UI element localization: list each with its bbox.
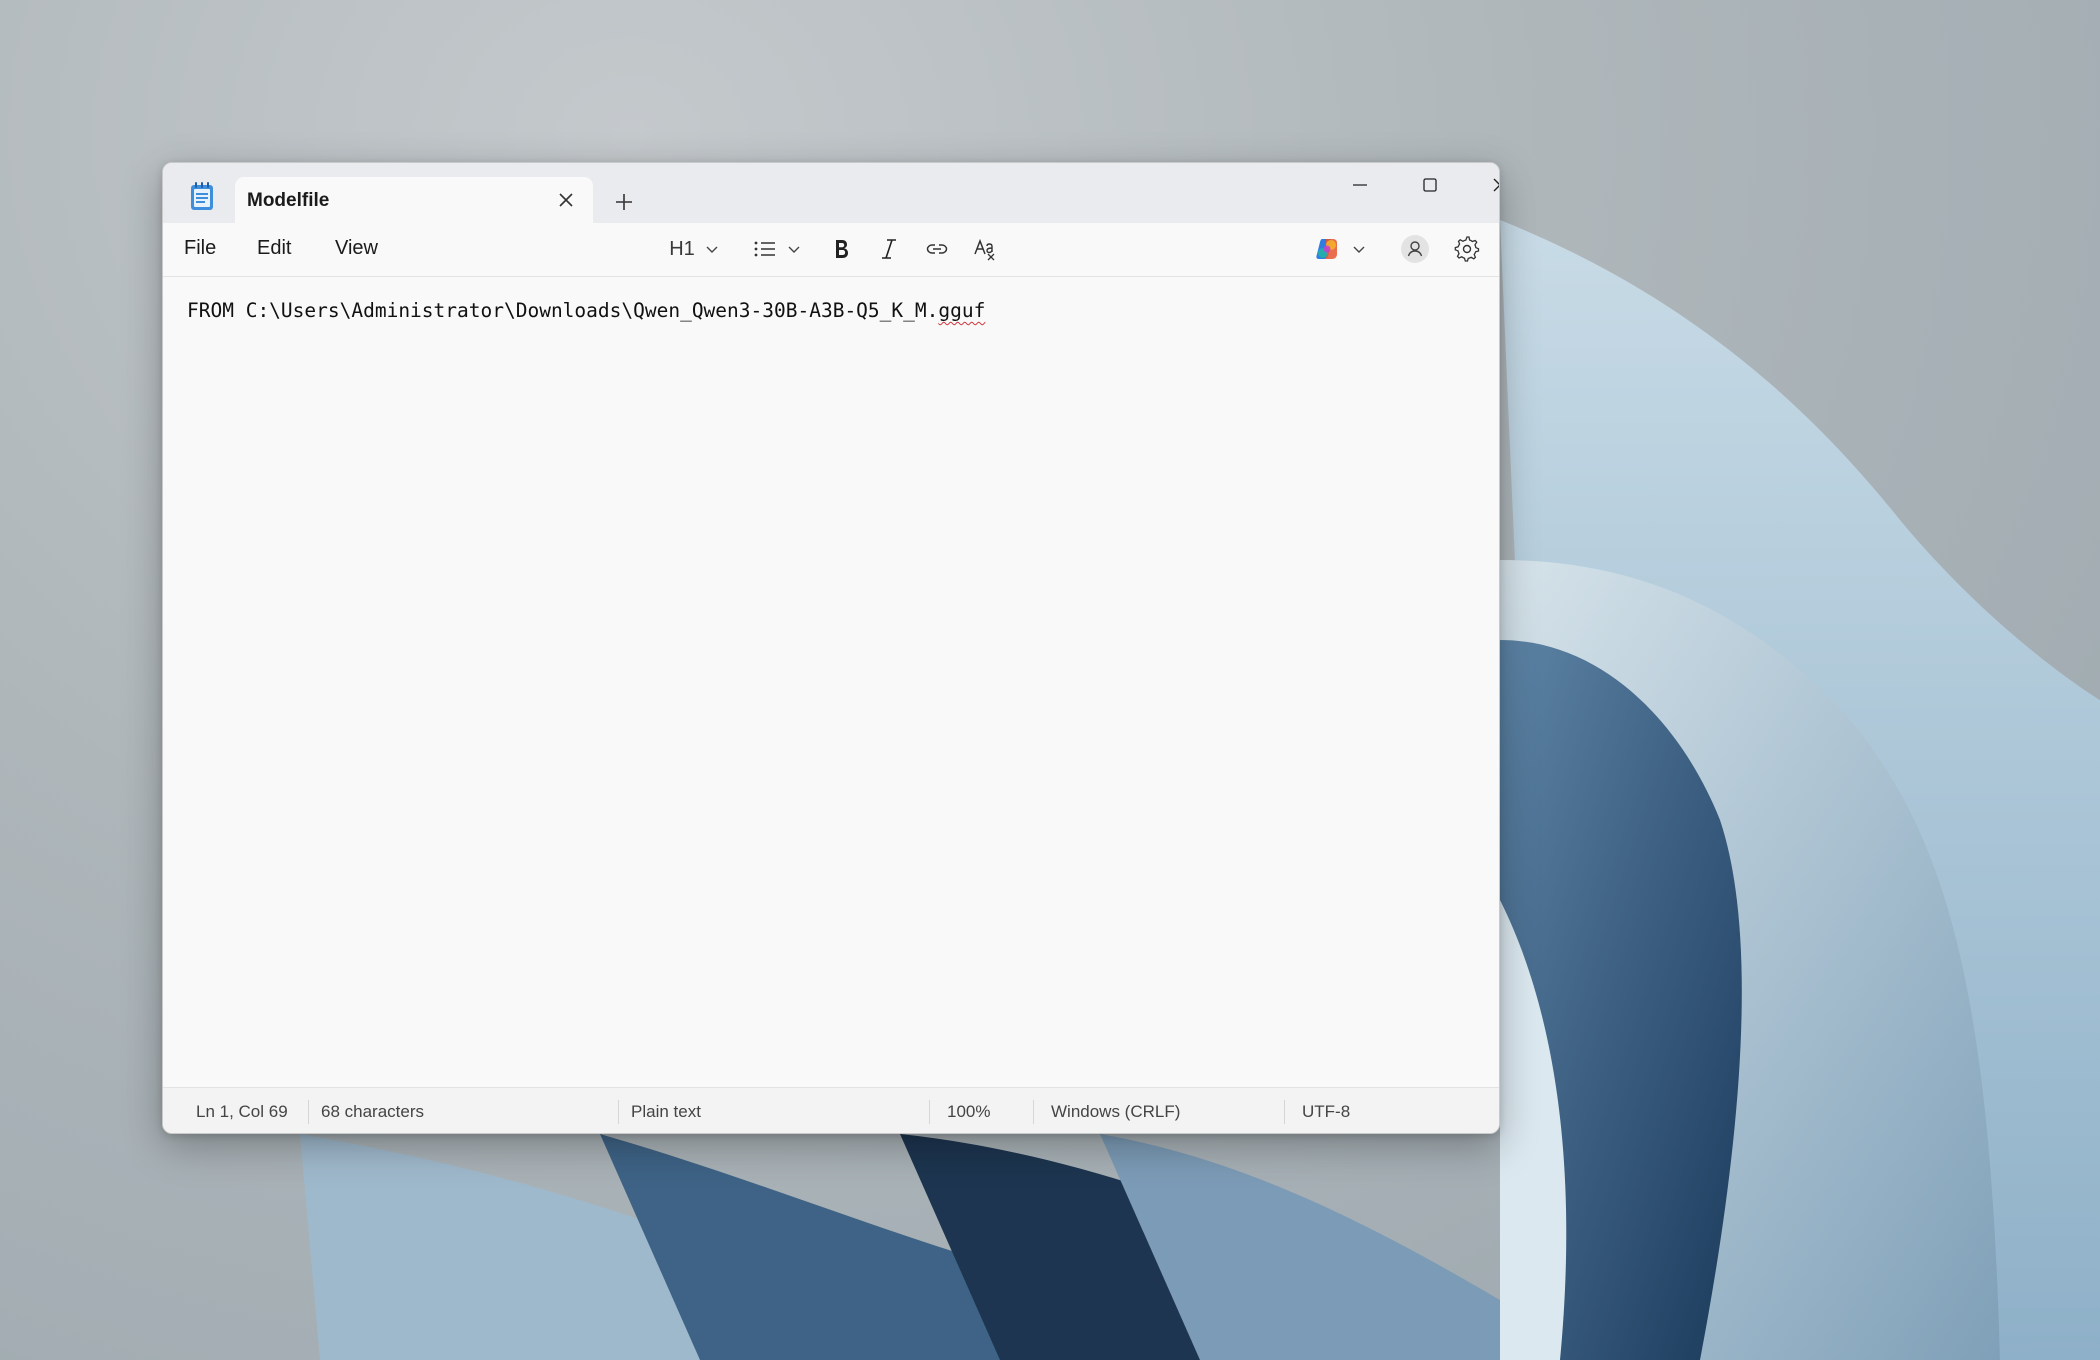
- cursor-position: Ln 1, Col 69: [196, 1102, 288, 1121]
- text-editor[interactable]: FROM C:\Users\Administrator\Downloads\Qw…: [163, 277, 1499, 1087]
- notepad-window: Modelfile File Edit View H1 FROM C:\User…: [162, 162, 1500, 1134]
- account-icon: [1401, 235, 1429, 263]
- bulleted-list-icon: [754, 241, 775, 257]
- close-icon[interactable]: [555, 189, 577, 211]
- tab-modelfile[interactable]: Modelfile: [235, 177, 593, 223]
- plus-icon[interactable]: [609, 187, 639, 217]
- editor-line-text: FROM C:\Users\Administrator\Downloads\Qw…: [187, 299, 939, 322]
- chevron-down-icon: [706, 246, 718, 253]
- list-dropdown[interactable]: [750, 231, 806, 267]
- chevron-down-icon: [1353, 246, 1365, 253]
- menu-view[interactable]: View: [335, 237, 378, 260]
- minimize-icon: [1353, 184, 1367, 186]
- maximize-icon: [1423, 178, 1437, 192]
- maximize-button[interactable]: [1395, 163, 1465, 207]
- status-divider: [308, 1100, 309, 1124]
- bold-button[interactable]: [823, 231, 859, 267]
- line-ending[interactable]: Windows (CRLF): [1051, 1102, 1180, 1122]
- notepad-icon: [191, 182, 213, 210]
- clear-formatting-icon: [974, 238, 995, 261]
- character-count: 68 characters: [321, 1102, 424, 1121]
- misspelled-word[interactable]: gguf: [938, 299, 985, 322]
- heading-dropdown[interactable]: H1: [665, 231, 725, 267]
- status-divider: [618, 1100, 619, 1124]
- clear-formatting-button[interactable]: [967, 231, 1003, 267]
- bold-icon: [836, 240, 848, 258]
- chevron-down-icon: [788, 246, 800, 253]
- menu-bar: File Edit View H1: [163, 223, 1499, 277]
- status-divider: [1284, 1100, 1285, 1124]
- italic-button[interactable]: [871, 231, 907, 267]
- italic-icon: [882, 239, 896, 259]
- gear-icon: [1454, 236, 1480, 262]
- status-divider: [929, 1100, 930, 1124]
- copilot-dropdown[interactable]: [1309, 231, 1373, 267]
- copilot-icon: [1316, 239, 1337, 259]
- tab-title: Modelfile: [247, 190, 330, 211]
- zoom-level[interactable]: 100%: [947, 1102, 990, 1122]
- title-bar[interactable]: Modelfile: [163, 163, 1499, 223]
- link-button[interactable]: [919, 231, 955, 267]
- menu-edit[interactable]: Edit: [257, 237, 291, 260]
- close-window-button[interactable]: [1465, 163, 1499, 207]
- account-button[interactable]: [1395, 231, 1435, 267]
- status-bar: Ln 1, Col 69 68 characters Plain text 10…: [163, 1087, 1499, 1133]
- status-divider: [1033, 1100, 1034, 1124]
- heading-label: H1: [669, 237, 695, 260]
- editor-content[interactable]: FROM C:\Users\Administrator\Downloads\Qw…: [187, 299, 985, 322]
- link-icon: [926, 244, 948, 254]
- close-icon: [1493, 178, 1499, 192]
- settings-button[interactable]: [1447, 231, 1487, 267]
- text-format[interactable]: Plain text: [631, 1102, 701, 1122]
- menu-file[interactable]: File: [184, 237, 216, 260]
- minimize-button[interactable]: [1325, 163, 1395, 207]
- encoding[interactable]: UTF-8: [1302, 1102, 1350, 1122]
